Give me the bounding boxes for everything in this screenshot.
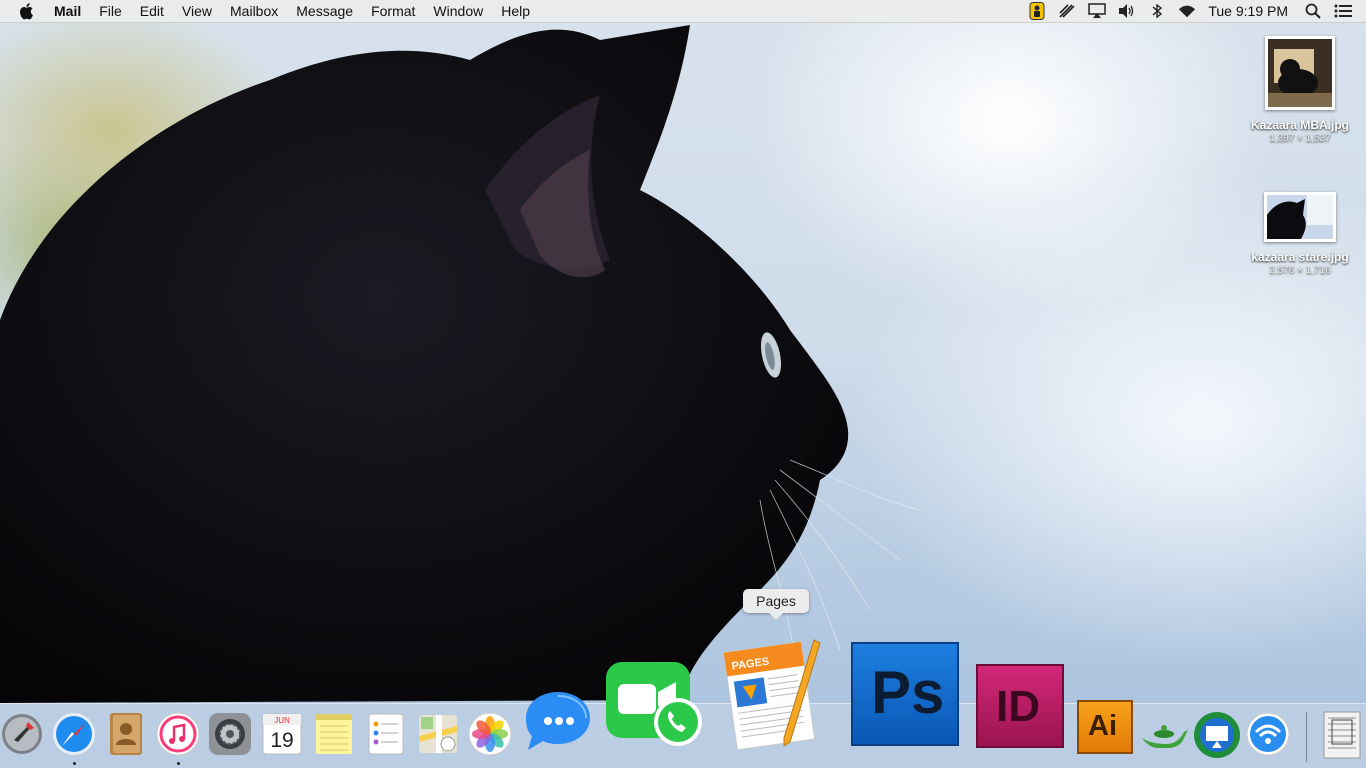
genie-lamp-icon[interactable]: [1138, 716, 1190, 752]
file-dimensions: 1,397 × 1,537: [1269, 133, 1331, 144]
itunes-icon[interactable]: [156, 712, 200, 756]
menu-clock[interactable]: Tue 9:19 PM: [1208, 3, 1288, 19]
menu-view[interactable]: View: [173, 0, 221, 22]
system-preferences-icon[interactable]: [208, 712, 252, 756]
reminders-icon[interactable]: [364, 712, 408, 756]
file-name: Kazaara MBA.jpg: [1250, 118, 1350, 132]
user-lock-icon[interactable]: [1028, 2, 1046, 20]
notification-center-icon[interactable]: [1334, 3, 1352, 19]
volume-icon[interactable]: [1118, 3, 1136, 19]
apple-logo-icon[interactable]: [18, 2, 36, 20]
maps-icon[interactable]: [416, 712, 460, 756]
file-thumbnail: [1265, 36, 1335, 110]
cat-silhouette: [0, 25, 921, 703]
file-dimensions: 2,576 × 1,716: [1269, 265, 1331, 276]
calendar-icon[interactable]: JUN 19: [260, 712, 304, 756]
safari-icon[interactable]: [52, 712, 96, 756]
downloads-stack-icon[interactable]: [1318, 708, 1366, 762]
airplay-icon[interactable]: [1088, 3, 1107, 19]
file-name: kazaara stare.jpg: [1251, 250, 1349, 264]
wifi-icon[interactable]: [1178, 3, 1196, 19]
photoshop-label: Ps: [871, 659, 945, 726]
menu-file[interactable]: File: [90, 0, 131, 22]
contacts-icon[interactable]: [104, 711, 148, 757]
menu-mailbox[interactable]: Mailbox: [221, 0, 287, 22]
menu-format[interactable]: Format: [362, 0, 424, 22]
file-thumbnail: [1264, 192, 1336, 242]
wireless-diagnostics-icon[interactable]: [1246, 712, 1290, 756]
desktop-wallpaper: [0, 0, 1366, 768]
running-indicator: [73, 762, 76, 765]
indesign-label: ID: [996, 682, 1040, 731]
desktop-file-kazaara-mba[interactable]: Kazaara MBA.jpg 1,397 × 1,537: [1240, 36, 1360, 144]
screen-mirroring-icon[interactable]: [1192, 710, 1242, 760]
photos-icon[interactable]: [468, 712, 512, 756]
photoshop-icon[interactable]: Ps: [851, 642, 959, 746]
indesign-icon[interactable]: ID: [976, 664, 1064, 748]
menu-window[interactable]: Window: [424, 0, 492, 22]
menu-message[interactable]: Message: [287, 0, 362, 22]
pages-icon[interactable]: PAGES: [720, 634, 830, 754]
facetime-icon[interactable]: [604, 660, 704, 750]
menu-bar: Mail File Edit View Mailbox Message Form…: [0, 0, 1366, 23]
notes-icon[interactable]: [312, 712, 356, 756]
launchpad-icon[interactable]: [0, 712, 44, 756]
illustrator-icon[interactable]: Ai: [1077, 700, 1133, 754]
desktop-file-kazaara-stare[interactable]: kazaara stare.jpg 2,576 × 1,716: [1240, 192, 1360, 276]
status-area: Tue 9:19 PM: [1022, 0, 1366, 22]
audio-hijack-icon[interactable]: [1058, 3, 1076, 19]
dock-divider: [1306, 712, 1307, 762]
calendar-month: JUN: [274, 716, 290, 725]
bluetooth-icon[interactable]: [1148, 3, 1166, 19]
calendar-day: 19: [270, 729, 293, 752]
menu-edit[interactable]: Edit: [131, 0, 173, 22]
dock-tooltip: Pages: [743, 589, 809, 620]
running-indicator: [177, 762, 180, 765]
messages-icon[interactable]: [522, 688, 594, 754]
menu-app-mail[interactable]: Mail: [54, 0, 90, 22]
spotlight-search-icon[interactable]: [1304, 3, 1322, 19]
illustrator-label: Ai: [1088, 710, 1117, 742]
menu-help[interactable]: Help: [492, 0, 539, 22]
